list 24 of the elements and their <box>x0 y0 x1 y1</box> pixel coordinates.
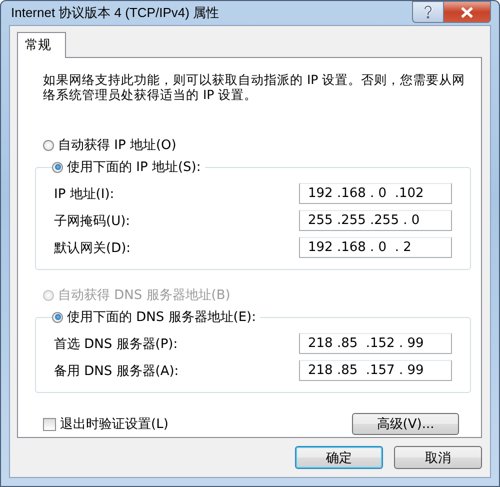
dialog-button[interactable]: 确定 <box>295 446 383 469</box>
tab[interactable]: 常规 <box>17 32 66 58</box>
ip-input-field[interactable]: 192 .168 . 0 . 2 <box>299 237 452 258</box>
help-icon <box>423 5 433 19</box>
ip-input-field[interactable]: 192 .168 . 0 .102 <box>299 183 452 204</box>
help-button[interactable] <box>412 1 444 23</box>
dialog-button[interactable]: 取消 <box>394 446 482 469</box>
field-label: 子网掩码(U): <box>54 212 130 230</box>
radio-button[interactable]: 使用下面的 IP 地址(S): <box>52 156 201 178</box>
ip-input-field[interactable]: 218 .85 .152 . 99 <box>299 333 452 354</box>
ip-input-field[interactable]: 255 .255 .255 . 0 <box>299 210 452 231</box>
field-label: IP 地址(I): <box>54 186 114 202</box>
advanced-button[interactable]: 高级(V)... <box>352 413 459 435</box>
ip-input-field[interactable]: 218 .85 .157 . 99 <box>299 360 452 381</box>
description-text: 如果网络支持此功能，则可以获取自动指派的 IP 设置。否则，您需要从网络系统管理员处获得适当的 IP 设置。 <box>43 72 466 102</box>
window-title: Internet 协议版本 4 (TCP/IPv4) 属性 <box>10 4 220 22</box>
close-button[interactable] <box>444 1 491 23</box>
radio-button[interactable]: 使用下面的 DNS 服务器地址(E): <box>52 306 256 328</box>
close-icon <box>461 6 473 18</box>
field-label: 默认网关(D): <box>54 240 131 256</box>
field-label: 首选 DNS 服务器(P): <box>54 336 178 352</box>
checkbox[interactable]: 退出时验证设置(L) <box>43 415 168 433</box>
field-label: 备用 DNS 服务器(A): <box>54 362 179 380</box>
radio-button[interactable]: 自动获得 IP 地址(O) <box>43 134 467 156</box>
